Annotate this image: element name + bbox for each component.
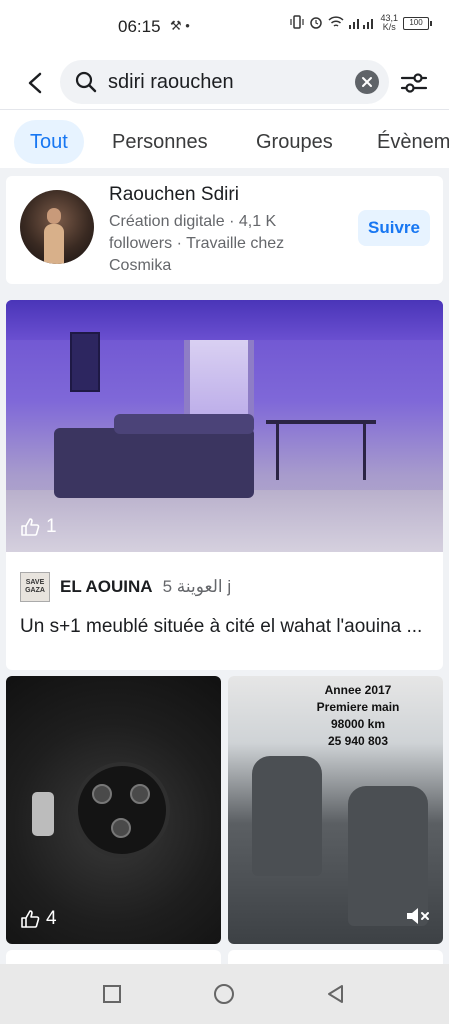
back-arrow-icon [28, 72, 42, 94]
post-image[interactable]: 1 [6, 300, 443, 552]
partial-card-right[interactable] [228, 950, 443, 964]
room-sofa [54, 414, 254, 498]
post-time-location: 5 العوينة j [162, 577, 232, 596]
tab-evenements[interactable]: Évènem [377, 120, 449, 164]
follow-button[interactable]: Suivre [358, 210, 430, 246]
recents-button[interactable] [100, 982, 124, 1006]
system-back-button[interactable] [324, 982, 348, 1006]
post-author-row: SAVE GAZA EL AOUINA 5 العوينة j [20, 572, 231, 602]
post-text: Un s+1 meublé située à cité el wahat l'a… [20, 616, 423, 637]
dining-table [266, 420, 376, 480]
system-nav-bar [0, 964, 449, 1024]
post-result-card[interactable]: 1 SAVE GAZA EL AOUINA 5 العوينة j Un s+1… [6, 300, 443, 670]
wall-frame [70, 332, 100, 392]
filter-tabs: Tout Personnes Groupes Évènem [0, 110, 449, 168]
tab-groupes[interactable]: Groupes [256, 120, 333, 164]
page-avatar[interactable]: SAVE GAZA [20, 572, 50, 602]
next-row-partial [6, 950, 443, 964]
grid-post-charger[interactable]: 4 [6, 676, 221, 944]
wifi-icon [328, 15, 344, 32]
back-button[interactable] [18, 66, 52, 100]
post-likes-count: 1 [46, 516, 57, 537]
battery-icon: 100 [403, 16, 432, 30]
thumbs-up-icon [21, 910, 40, 928]
status-time: 06:15 [118, 17, 161, 36]
post-likes: 1 [20, 516, 57, 538]
search-input[interactable]: sdiri raouchen [108, 71, 348, 94]
charger-flap [32, 792, 54, 836]
clear-icon [362, 77, 372, 87]
signal-icon [349, 15, 375, 32]
home-circle-icon [214, 984, 234, 1004]
car-overlay-text: Annee 2017 Premiere main 98000 km 25 940… [316, 683, 400, 748]
volume-mute-icon [407, 908, 429, 924]
person-result-card[interactable]: Raouchen Sdiri Création digitale · 4,1 K… [6, 176, 443, 284]
home-button[interactable] [212, 982, 236, 1006]
tab-personnes[interactable]: Personnes [112, 120, 208, 164]
search-field[interactable]: sdiri raouchen [60, 60, 389, 104]
car-seat-front [252, 756, 322, 876]
status-bar: 06:15 ⚒ • 43,1 K/s 100 [0, 0, 449, 56]
partial-card-left[interactable] [6, 950, 221, 964]
person-name[interactable]: Raouchen Sdiri [109, 184, 239, 206]
mute-button[interactable] [405, 905, 431, 932]
triangle-back-icon [328, 985, 343, 1003]
person-meta: Création digitale · 4,1 K followers · Tr… [109, 213, 285, 274]
recents-icon [103, 985, 121, 1003]
charger-image [6, 676, 221, 944]
tab-tout[interactable]: Tout [14, 120, 84, 164]
alarm-icon [309, 15, 323, 32]
grid-post-likes-count: 4 [46, 908, 57, 929]
avatar[interactable] [20, 190, 94, 264]
grid-post-likes: 4 [20, 908, 57, 930]
vibrate-icon [290, 14, 305, 32]
room-floor [6, 490, 443, 552]
search-icon [75, 71, 97, 93]
charger-port [74, 762, 170, 858]
post-author[interactable]: EL AOUINA [60, 577, 153, 597]
status-right-group: 43,1 K/s 100 [290, 13, 432, 32]
grid-post-car[interactable]: Annee 2017 Premiere main 98000 km 25 940… [228, 676, 443, 944]
filter-icon [400, 73, 428, 93]
clear-search-button[interactable] [355, 70, 379, 94]
network-speed: 43,1 K/s [380, 13, 398, 32]
search-header: sdiri raouchen [0, 56, 449, 110]
thumbs-up-icon [21, 518, 40, 536]
notification-icons: ⚒ • [170, 18, 190, 33]
filter-button[interactable] [398, 68, 430, 98]
